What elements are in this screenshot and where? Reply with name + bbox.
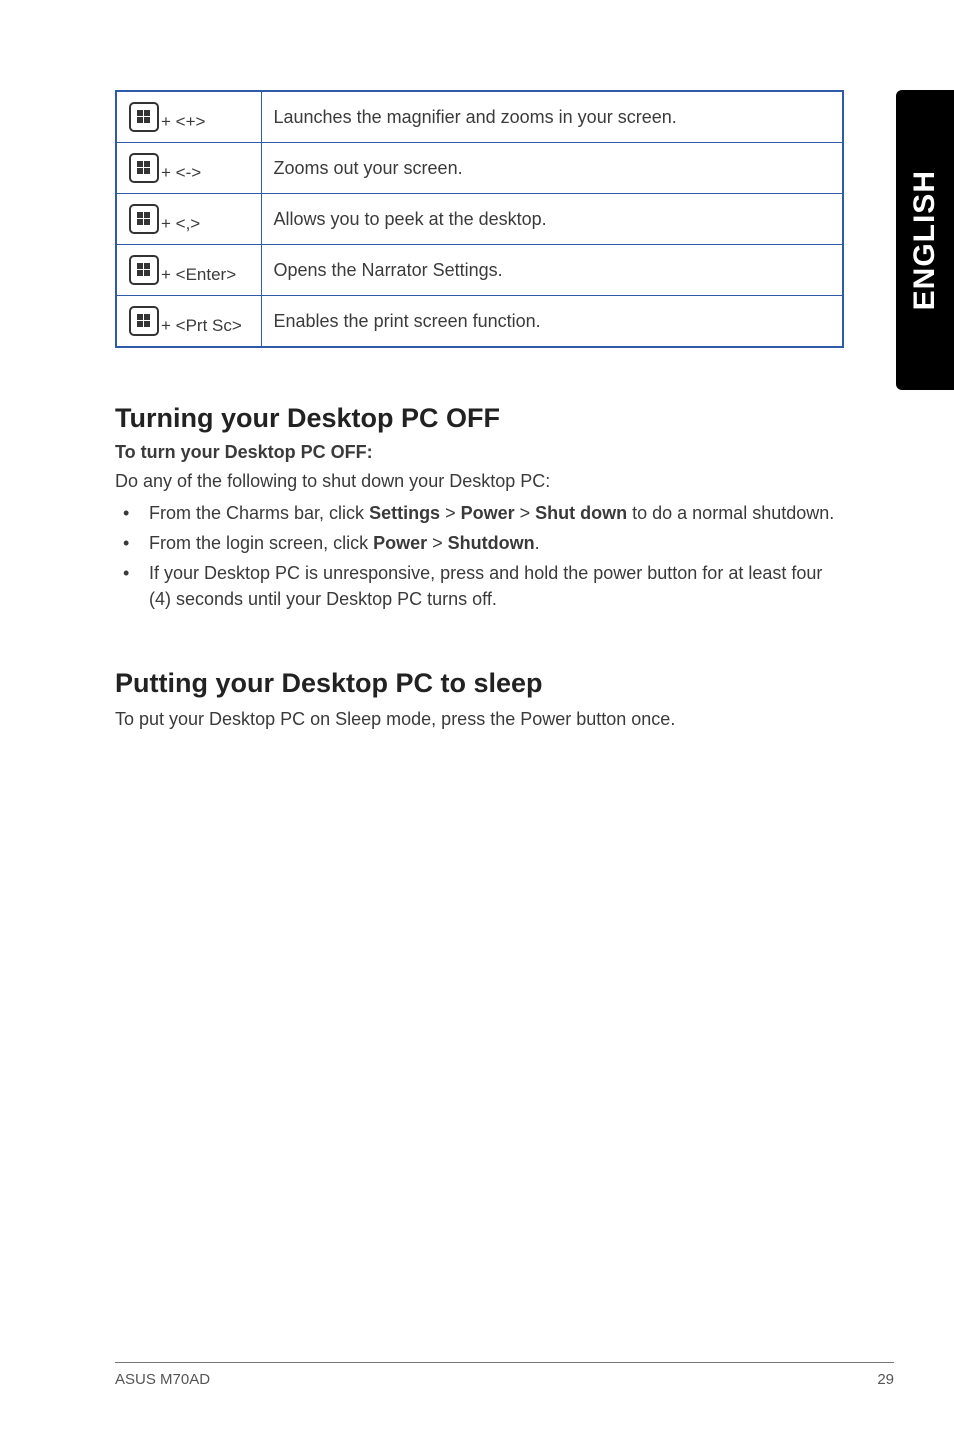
table-row: + <Enter> Opens the Narrator Settings. (116, 245, 843, 296)
text-bold: Power (461, 503, 515, 523)
section-heading-turn-off: Turning your Desktop PC OFF (115, 403, 844, 434)
shortcut-combo: + <,> (161, 214, 200, 233)
windows-key-icon (129, 102, 159, 132)
windows-key-icon (129, 204, 159, 234)
shortcut-desc: Zooms out your screen. (261, 143, 843, 194)
shortcut-keys: + <,> (116, 194, 261, 245)
text: > (440, 503, 461, 523)
shortcuts-table: + <+> Launches the magnifier and zooms i… (115, 90, 844, 348)
heading-bold: Desktop PC OFF (287, 403, 500, 433)
shortcut-desc: Allows you to peek at the desktop. (261, 194, 843, 245)
page-footer: ASUS M70AD 29 (115, 1362, 894, 1388)
text: > (515, 503, 536, 523)
windows-key-icon (129, 255, 159, 285)
list-item: If your Desktop PC is unresponsive, pres… (115, 560, 844, 612)
text-bold: Power (373, 533, 427, 553)
shortcut-desc: Launches the magnifier and zooms in your… (261, 91, 843, 143)
bullet-list: From the Charms bar, click Settings > Po… (115, 500, 844, 612)
shortcut-desc: Enables the print screen function. (261, 296, 843, 348)
shortcut-desc: Opens the Narrator Settings. (261, 245, 843, 296)
shortcut-combo: + <Prt Sc> (161, 316, 242, 335)
table-row: + <-> Zooms out your screen. (116, 143, 843, 194)
shortcut-combo: + <Enter> (161, 265, 236, 284)
text-bold: Settings (369, 503, 440, 523)
subheading: To turn your Desktop PC OFF: (115, 442, 844, 463)
intro-text: Do any of the following to shut down you… (115, 469, 844, 494)
section-heading-sleep: Putting your Desktop PC to sleep (115, 668, 844, 699)
language-tab: ENGLISH (896, 90, 954, 390)
text: . (535, 533, 540, 553)
table-row: + <,> Allows you to peek at the desktop. (116, 194, 843, 245)
shortcut-combo: + <+> (161, 112, 205, 131)
text-bold: Shutdown (448, 533, 535, 553)
table-row: + <Prt Sc> Enables the print screen func… (116, 296, 843, 348)
table-row: + <+> Launches the magnifier and zooms i… (116, 91, 843, 143)
footer-model: ASUS M70AD (115, 1371, 210, 1388)
shortcut-keys: + <Enter> (116, 245, 261, 296)
heading-prefix: Turning your (115, 403, 287, 433)
shortcut-keys: + <+> (116, 91, 261, 143)
footer-page-number: 29 (877, 1371, 894, 1388)
shortcut-combo: + <-> (161, 163, 201, 182)
page-content: + <+> Launches the magnifier and zooms i… (0, 0, 954, 732)
body-text: To put your Desktop PC on Sleep mode, pr… (115, 707, 844, 732)
list-item: From the Charms bar, click Settings > Po… (115, 500, 844, 526)
list-item: From the login screen, click Power > Shu… (115, 530, 844, 556)
text: From the Charms bar, click (149, 503, 369, 523)
text-bold: Shut down (535, 503, 627, 523)
windows-key-icon (129, 153, 159, 183)
language-tab-label: ENGLISH (908, 170, 942, 310)
text: From the login screen, click (149, 533, 373, 553)
text: > (427, 533, 448, 553)
shortcut-keys: + <-> (116, 143, 261, 194)
windows-key-icon (129, 306, 159, 336)
text: to do a normal shutdown. (627, 503, 834, 523)
text: If your Desktop PC is unresponsive, pres… (149, 563, 822, 609)
shortcut-keys: + <Prt Sc> (116, 296, 261, 348)
